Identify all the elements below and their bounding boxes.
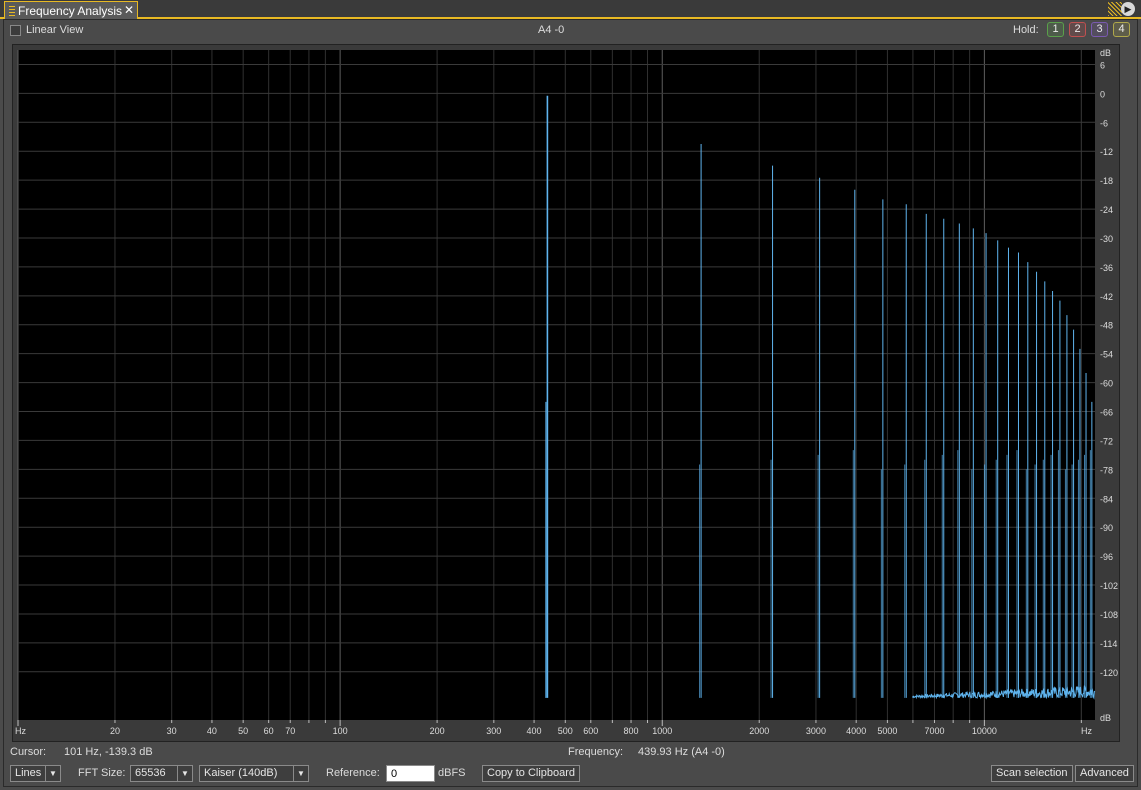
x-tick-label: 70 [285, 726, 295, 736]
y-tick-label: -18 [1100, 176, 1113, 186]
y-tick-label: -30 [1100, 234, 1113, 244]
reference-input[interactable] [387, 766, 434, 781]
y-axis-unit-bottom: dB [1100, 713, 1111, 723]
y-tick-label: -24 [1100, 205, 1113, 215]
y-tick-label: -102 [1100, 581, 1118, 591]
chevron-down-icon[interactable]: ▼ [177, 766, 192, 781]
tab-title: Frequency Analysis [18, 4, 123, 18]
cursor-label: Cursor: [10, 746, 47, 758]
y-tick-label: -42 [1100, 292, 1113, 302]
panel-menu-icon[interactable]: ▶ [1121, 2, 1135, 16]
x-tick-label: 4000 [846, 726, 866, 736]
y-tick-label: -6 [1100, 118, 1108, 128]
y-tick-label: -12 [1100, 147, 1113, 157]
advanced-button[interactable]: Advanced [1075, 765, 1134, 782]
drag-grip-icon[interactable] [9, 6, 15, 16]
x-tick-label: 100 [333, 726, 348, 736]
x-tick-label: 7000 [924, 726, 944, 736]
y-tick-label: -60 [1100, 379, 1113, 389]
reference-field[interactable] [386, 765, 435, 782]
hold-button-2[interactable]: 2 [1069, 22, 1086, 37]
x-tick-label: 40 [207, 726, 217, 736]
tab-frequency-analysis[interactable]: Frequency Analysis ✕ [4, 1, 138, 19]
frequency-label: Frequency: [568, 746, 624, 758]
y-tick-label: 0 [1100, 89, 1105, 99]
linear-view-checkbox[interactable] [10, 25, 21, 36]
x-tick-label: 5000 [877, 726, 897, 736]
chevron-down-icon[interactable]: ▼ [45, 766, 60, 781]
x-tick-label: 2000 [749, 726, 769, 736]
close-icon[interactable]: ✕ [124, 3, 134, 17]
hold-label: Hold: [1013, 24, 1039, 36]
y-tick-label: -108 [1100, 610, 1118, 620]
x-tick-label: 20 [110, 726, 120, 736]
display-mode-value: Lines [15, 767, 42, 779]
x-axis-unit-right: Hz [1081, 726, 1092, 736]
plot-background[interactable] [18, 50, 1095, 720]
x-tick-label: 60 [264, 726, 274, 736]
hold-button-3[interactable]: 3 [1091, 22, 1108, 37]
display-mode-select[interactable]: Lines ▼ [10, 765, 61, 782]
hold-button-4[interactable]: 4 [1113, 22, 1130, 37]
fft-size-select[interactable]: 65536 ▼ [130, 765, 193, 782]
scan-selection-button[interactable]: Scan selection [991, 765, 1073, 782]
spectrum-plot[interactable]: 60-6-12-18-24-30-36-42-48-54-60-66-72-78… [13, 45, 1119, 741]
x-tick-label: 10000 [972, 726, 997, 736]
y-tick-label: 6 [1100, 60, 1105, 70]
y-tick-label: -84 [1100, 494, 1113, 504]
x-tick-label: 200 [430, 726, 445, 736]
x-tick-label: 1000 [652, 726, 672, 736]
window-function-select[interactable]: Kaiser (140dB) ▼ [199, 765, 309, 782]
y-tick-label: -36 [1100, 263, 1113, 273]
copy-to-clipboard-button[interactable]: Copy to Clipboard [482, 765, 581, 782]
cursor-value: 101 Hz, -139.3 dB [64, 746, 153, 758]
x-tick-label: 600 [583, 726, 598, 736]
hold-button-1[interactable]: 1 [1047, 22, 1064, 37]
y-tick-label: -72 [1100, 436, 1113, 446]
x-tick-label: 400 [527, 726, 542, 736]
linear-view-label: Linear View [26, 24, 84, 36]
panel-grip-icon[interactable] [1108, 2, 1122, 16]
y-tick-label: -78 [1100, 465, 1113, 475]
y-tick-label: -54 [1100, 350, 1113, 360]
x-axis-unit-left: Hz [15, 726, 26, 736]
frequency-value: 439.93 Hz (A4 -0) [638, 746, 725, 758]
reference-label: Reference: [326, 767, 380, 779]
x-tick-label: 3000 [806, 726, 826, 736]
panel-tab-bar: Frequency Analysis ✕ ▶ [0, 0, 1141, 19]
y-tick-label: -90 [1100, 523, 1113, 533]
window-function-value: Kaiser (140dB) [204, 767, 278, 779]
y-tick-label: -48 [1100, 321, 1113, 331]
note-readout: A4 -0 [538, 24, 565, 36]
reference-unit: dBFS [438, 767, 466, 779]
y-tick-label: -114 [1100, 639, 1117, 649]
x-tick-label: 300 [486, 726, 501, 736]
x-tick-label: 500 [558, 726, 573, 736]
y-tick-label: -66 [1100, 408, 1113, 418]
x-tick-label: 800 [624, 726, 639, 736]
y-tick-label: -120 [1100, 668, 1118, 678]
x-tick-label: 30 [167, 726, 177, 736]
y-axis-unit-top: dB [1100, 48, 1111, 58]
x-tick-label: 50 [238, 726, 248, 736]
fft-size-label: FFT Size: [78, 767, 126, 779]
chevron-down-icon[interactable]: ▼ [293, 766, 308, 781]
spectrum-chart[interactable]: 6 0 -6 -12 -18 -24 -30 -36 -42 -48 -54 -60 -66 -72 -78… [12, 44, 1120, 742]
fft-size-value: 65536 [135, 767, 166, 779]
y-tick-label: -96 [1100, 552, 1113, 562]
